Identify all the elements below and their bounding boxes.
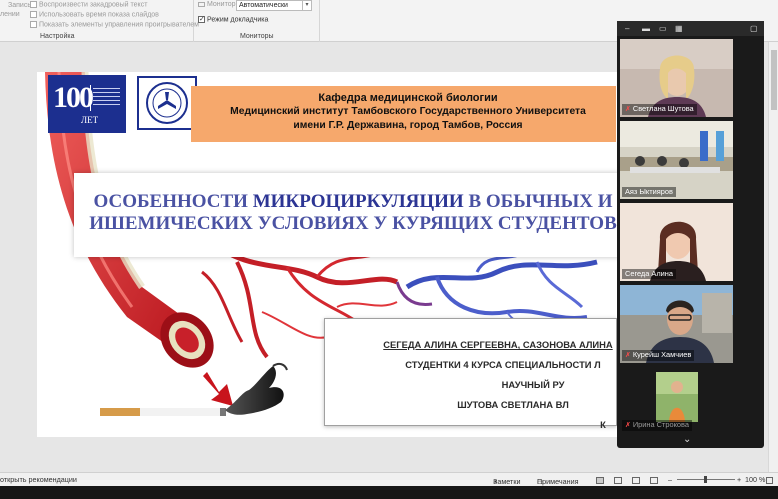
seal-emblem-icon bbox=[146, 82, 188, 124]
status-recommendations-link[interactable]: открыть рекомендации bbox=[0, 475, 77, 484]
ribbon-group-label-setup: Настройка bbox=[40, 33, 75, 40]
maximize-icon[interactable]: ▢ bbox=[750, 24, 758, 33]
gallery-view-icon[interactable]: ▦ bbox=[675, 24, 683, 33]
checkbox-icon[interactable] bbox=[30, 11, 37, 18]
monitor-select[interactable]: Автоматически ▾ bbox=[236, 0, 312, 11]
mic-muted-icon: ✗ bbox=[625, 422, 631, 429]
authors-block: СЕГЕДА АЛИНА СЕРГЕЕВНА, САЗОНОВА АЛИНА С… bbox=[333, 335, 617, 435]
checkbox-icon[interactable] bbox=[30, 21, 37, 28]
participant-tile[interactable]: Сегеда Алина bbox=[620, 203, 733, 281]
participant-name-text: Аяз Ыктияров bbox=[625, 187, 673, 196]
participant-name: ✗ Светлана Шутова bbox=[622, 104, 697, 115]
participant-tile[interactable]: ✗ Светлана Шутова bbox=[620, 39, 733, 117]
strip-view-icon[interactable]: ▭ bbox=[659, 24, 667, 33]
participant-name: Сегеда Алина bbox=[622, 269, 676, 279]
comments-label: Примечания bbox=[537, 477, 579, 486]
checkbox-icon[interactable] bbox=[30, 1, 37, 8]
zoom-out-button[interactable]: – bbox=[668, 475, 672, 484]
logo-fine-print-graphic bbox=[90, 85, 122, 111]
slide[interactable]: 100 ЛЕТ Кафедра медицинской биологии Мед… bbox=[37, 72, 617, 437]
logo-number: 100 bbox=[53, 81, 94, 114]
status-bar: открыть рекомендации ≡ Заметки ▭ Примеча… bbox=[0, 472, 778, 486]
title-part-a: ОСОБЕННОСТИ bbox=[93, 191, 253, 212]
participant-tile[interactable]: ✗ Курейш Хамчиев bbox=[620, 285, 733, 363]
chevron-down-icon[interactable]: ▾ bbox=[302, 1, 311, 10]
presentation-title: ОСОБЕННОСТИ МИКРОЦИРКУЛЯЦИИ В ОБЫЧНЫХ И … bbox=[85, 191, 617, 235]
title-part-emphasis: МИКРОЦИРКУЛЯЦИИ bbox=[252, 191, 464, 212]
monitor-label-text: Монитор bbox=[207, 1, 236, 8]
monitor-icon bbox=[198, 1, 205, 7]
participant-tile[interactable]: ✗ Ирина Строкова bbox=[620, 367, 733, 433]
ribbon-option-play-narration[interactable]: Воспроизвести закадровый текст bbox=[30, 1, 147, 8]
participant-name: Аяз Ыктияров bbox=[622, 187, 676, 197]
vertical-scrollbar[interactable] bbox=[768, 42, 778, 472]
participant-name-text: Сегеда Алина bbox=[625, 269, 673, 278]
ribbon-option-label: Показать элементы управления проигрывате… bbox=[39, 21, 199, 29]
ribbon-group-label-monitors: Мониторы bbox=[240, 33, 274, 40]
ribbon-option-show-controls[interactable]: Показать элементы управления проигрывате… bbox=[30, 21, 199, 28]
zoom-panel-toolbar: – ▬ ▭ ▦ ▢ bbox=[617, 21, 764, 36]
minimize-icon[interactable]: – bbox=[625, 24, 629, 33]
participant-name-text: Курейш Хамчиев bbox=[632, 350, 692, 359]
authors-line-names: СЕГЕДА АЛИНА СЕРГЕЕВНА, САЗОНОВА АЛИНА bbox=[383, 339, 613, 350]
mic-muted-icon: ✗ bbox=[625, 106, 631, 113]
department-header: Кафедра медицинской биологии Медицинский… bbox=[208, 91, 608, 133]
authors-line-supervisor-name: ШУТОВА СВЕТЛАНА ВЛ bbox=[457, 399, 569, 410]
zoom-in-button[interactable]: + bbox=[737, 475, 741, 484]
mic-muted-icon: ✗ bbox=[625, 352, 631, 359]
ribbon-stub-record[interactable]: Запись bbox=[8, 2, 31, 9]
ribbon-option-use-timings[interactable]: Использовать время показа слайдов bbox=[30, 11, 159, 18]
authors-line-tail: К bbox=[600, 419, 606, 430]
monitor-select-value: Автоматически bbox=[239, 2, 288, 9]
participant-name: ✗ Курейш Хамчиев bbox=[622, 350, 695, 361]
ribbon-group-setup: Запись лении Воспроизвести закадровый те… bbox=[0, 0, 199, 42]
header-line-institute: Медицинский институт Тамбовского Государ… bbox=[230, 106, 586, 117]
university-100-years-logo: 100 ЛЕТ bbox=[48, 75, 126, 133]
header-line-department: Кафедра медицинской биологии bbox=[318, 92, 498, 104]
participant-name-text: Светлана Шутова bbox=[632, 104, 694, 113]
authors-line-students: СТУДЕНТКИ 4 КУРСА СПЕЦИАЛЬНОСТИ Л bbox=[405, 359, 601, 370]
checkbox-checked-icon[interactable] bbox=[198, 16, 205, 23]
participant-name-text: Ирина Строкова bbox=[632, 420, 689, 429]
logo-sub: ЛЕТ bbox=[81, 115, 99, 125]
medical-institute-seal-logo bbox=[137, 76, 197, 130]
zoom-level[interactable]: 100 % bbox=[745, 475, 765, 484]
authors-line-supervisor: НАУЧНЫЙ РУ bbox=[501, 379, 565, 390]
presenter-view-label: Режим докладчика bbox=[207, 16, 269, 24]
chevron-down-icon[interactable]: ⌄ bbox=[683, 434, 691, 445]
taskbar-strip bbox=[0, 486, 778, 499]
zoom-gallery-panel[interactable]: – ▬ ▭ ▦ ▢ ✗ Светлана Шутова Аяз Ыктияров… bbox=[617, 21, 764, 448]
scrollbar-thumb[interactable] bbox=[771, 50, 777, 110]
title-part-c: В ОБЫЧНЫХ И bbox=[463, 191, 613, 212]
monitor-label: Монитор bbox=[198, 1, 236, 8]
ribbon-stub-left[interactable]: лении bbox=[0, 11, 20, 18]
title-line-2: ИШЕМИЧЕСКИХ УСЛОВИЯХ У КУРЯЩИХ СТУДЕНТОВ bbox=[89, 213, 617, 234]
participant-name: ✗ Ирина Строкова bbox=[622, 420, 692, 431]
speaker-view-icon[interactable]: ▬ bbox=[642, 24, 650, 33]
participant-tile[interactable]: Аяз Ыктияров bbox=[620, 121, 733, 199]
header-line-city: имени Г.Р. Державина, город Тамбов, Росс… bbox=[293, 120, 523, 131]
ribbon-option-label: Использовать время показа слайдов bbox=[39, 11, 159, 19]
ribbon-option-label: Воспроизвести закадровый текст bbox=[39, 1, 148, 9]
zoom-slider-thumb[interactable] bbox=[704, 476, 707, 483]
notes-label: Заметки bbox=[493, 477, 521, 486]
presenter-view-option[interactable]: Режим докладчика bbox=[198, 16, 268, 23]
